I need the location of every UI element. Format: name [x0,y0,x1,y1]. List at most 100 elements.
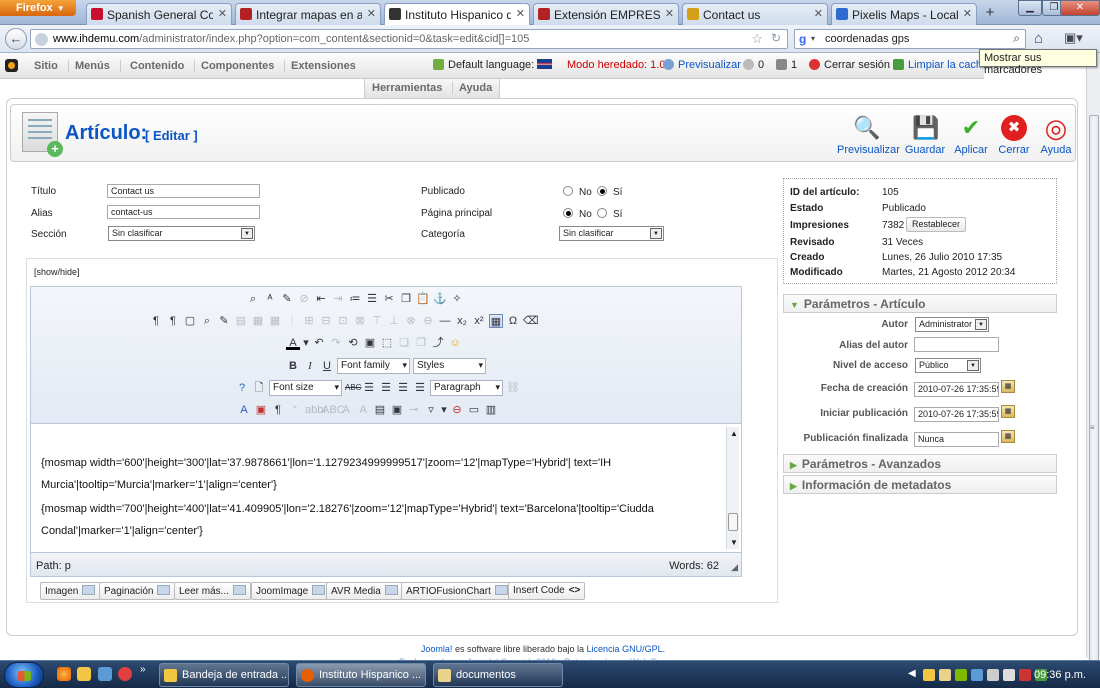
tab-integrar-mapas[interactable]: Integrar mapas en artíc...✕ [235,3,381,25]
delcol-icon[interactable]: ⊖ [421,314,435,328]
insert-layer-icon[interactable]: ⤴ [431,336,445,350]
close-icon[interactable]: ✕ [218,7,227,20]
bookmark-star-icon[interactable]: ☆ [751,31,763,47]
menu-menus[interactable]: Menús [65,60,121,72]
tray-app-icon[interactable] [923,669,935,681]
font-family-select[interactable]: Font family [337,358,410,374]
tray-app-icon[interactable] [939,669,951,681]
highlight-icon[interactable]: ✎ [280,292,294,306]
calendar-icon[interactable]: ▦ [1001,380,1015,393]
code-icon[interactable]: ⟲ [346,336,360,350]
absolute-icon[interactable]: ❐ [414,336,428,350]
reload-icon[interactable]: ↻ [771,31,781,45]
italic-icon[interactable]: I [303,359,317,373]
outdent-icon[interactable]: ⇤ [314,292,328,306]
readmore-icon[interactable]: ⊖ [450,403,464,417]
blockquote-icon[interactable]: ▿ [424,403,438,417]
categoria-select[interactable]: Sin clasificar ▼ [559,226,664,241]
columns-icon[interactable]: ▭ [467,403,481,417]
chevron-up-icon[interactable]: ▲ [730,429,738,438]
menu-contenido[interactable]: Contenido [120,60,196,72]
preview-link[interactable]: Previsualizar [663,59,741,71]
spellcheck-icon[interactable]: ᴬ [263,292,277,306]
publicado-no-radio[interactable] [563,186,573,196]
ordered-list-icon[interactable]: ≔ [348,292,362,306]
menu-ayuda[interactable]: Ayuda [449,82,502,94]
rtl-icon[interactable]: ¶ [166,314,180,328]
tab-contact-us[interactable]: Contact us ✕ [682,3,828,25]
removeformat-icon[interactable]: ⌫ [523,314,539,328]
ins-icon[interactable]: A [356,403,370,417]
help-button[interactable]: ◎ Ayuda [1027,115,1085,159]
metadata-header[interactable]: ▶ Información de metadatos [783,475,1057,494]
taskbar-item-instituto[interactable]: Instituto Hispanico ... [296,663,426,687]
col-icon[interactable]: ⫶ [285,314,299,328]
quicklaunch-icon[interactable] [98,667,112,681]
cleanup-icon[interactable]: ✧ [450,292,464,306]
copy-icon[interactable]: ❐ [399,292,413,306]
del-icon[interactable]: A [339,403,353,417]
pagina-si-radio[interactable] [597,208,607,218]
calendar-icon[interactable]: ▦ [1001,405,1015,418]
justify-icon[interactable]: ☰ [413,381,427,395]
taskbar-item-bandeja[interactable]: Bandeja de entrada ... [159,663,289,687]
indent-icon[interactable]: ⇥ [331,292,345,306]
editor-scrollbar[interactable]: ▲ ▼ [726,427,739,549]
params-advanced-header[interactable]: ▶ Parámetros - Avanzados [783,454,1057,473]
editor-scrollbar-thumb[interactable] [728,513,738,531]
chevron-right-icon[interactable]: » [140,664,146,675]
superscript-icon[interactable]: x² [472,314,486,328]
cell-icon[interactable]: ⊡ [336,314,350,328]
tab-extension-empresas[interactable]: Extensión EMPRESAS C...✕ [533,3,679,25]
acronym-icon[interactable]: ABC [322,403,345,417]
template-icon[interactable]: ▤ [234,314,248,328]
help-icon[interactable]: ? [235,381,249,395]
edit-icon[interactable]: ✎ [217,314,231,328]
styles-select[interactable]: Styles [413,358,486,374]
imagen-button[interactable]: Imagen [40,582,101,600]
artiofusionchart-button[interactable]: ARTIOFusionChart [401,582,513,600]
attribs-icon[interactable]: ▤ [373,403,387,417]
url-bar[interactable]: www.ihdemu.com/administrator/index.php?o… [30,29,788,49]
hr-icon[interactable]: ― [438,314,452,328]
row-icon[interactable]: ▦ [268,314,282,328]
avr-media-button[interactable]: AVR Media [326,582,403,600]
align-right-icon[interactable]: ☰ [396,381,410,395]
license-link[interactable]: Licencia GNU/GPL. [587,644,666,654]
menu-componentes[interactable]: Componentes [191,60,286,72]
home-icon[interactable]: ⌂ [1034,30,1043,47]
chevron-left-icon[interactable]: ◀ [908,668,916,679]
insertafter-icon[interactable]: ⊥ [387,314,401,328]
resize-grip-icon[interactable]: ◢ [731,562,738,573]
close-icon[interactable]: ✕ [814,7,823,20]
paste-icon[interactable]: 📋 [416,292,430,306]
alias-autor-input[interactable] [914,337,999,352]
firefox-menu-button[interactable]: Firefox ▼ [0,0,76,16]
alias-input[interactable]: contact-us [107,205,260,219]
back-button[interactable]: ← [5,28,27,50]
chevron-down-icon[interactable]: ▾ [303,336,309,350]
table-icon[interactable]: ▦ [251,314,265,328]
merge-icon[interactable]: ⊞ [302,314,316,328]
chevron-down-icon[interactable]: ▼ [730,538,738,547]
template-insert-icon[interactable]: ▣ [390,403,404,417]
publicacion-finalizada-input[interactable]: Nunca [914,432,999,447]
scrollbar-thumb[interactable] [1089,115,1099,685]
reset-hits-button[interactable]: Restablecer [906,217,967,232]
ltr-icon[interactable]: ¶ [149,314,163,328]
fullscreen-icon[interactable]: ▢ [183,314,197,328]
joomimage-button[interactable]: JoomImage [251,582,331,600]
visualaid-icon[interactable]: ▦ [489,314,503,328]
calendar-icon[interactable]: ▦ [1001,430,1015,443]
insertbefore-icon[interactable]: ⊤ [370,314,384,328]
chevron-down-icon[interactable]: ▾ [441,403,447,417]
params-article-header[interactable]: ▼ Parámetros - Artículo [783,294,1057,313]
deleterow-icon[interactable]: ⊗ [404,314,418,328]
menu-extensiones[interactable]: Extensiones [281,60,366,72]
seccion-select[interactable]: Sin clasificar ▼ [108,226,255,241]
editor-content-area[interactable]: {mosmap width='600'|height='300'|lat='37… [31,425,741,551]
iniciar-publicacion-input[interactable]: 2010-07-26 17:35:59 [914,407,999,422]
strikethrough-icon[interactable]: ABC [345,381,361,395]
underline-icon[interactable]: U [320,359,334,373]
taskbar-item-documentos[interactable]: documentos [433,663,563,687]
